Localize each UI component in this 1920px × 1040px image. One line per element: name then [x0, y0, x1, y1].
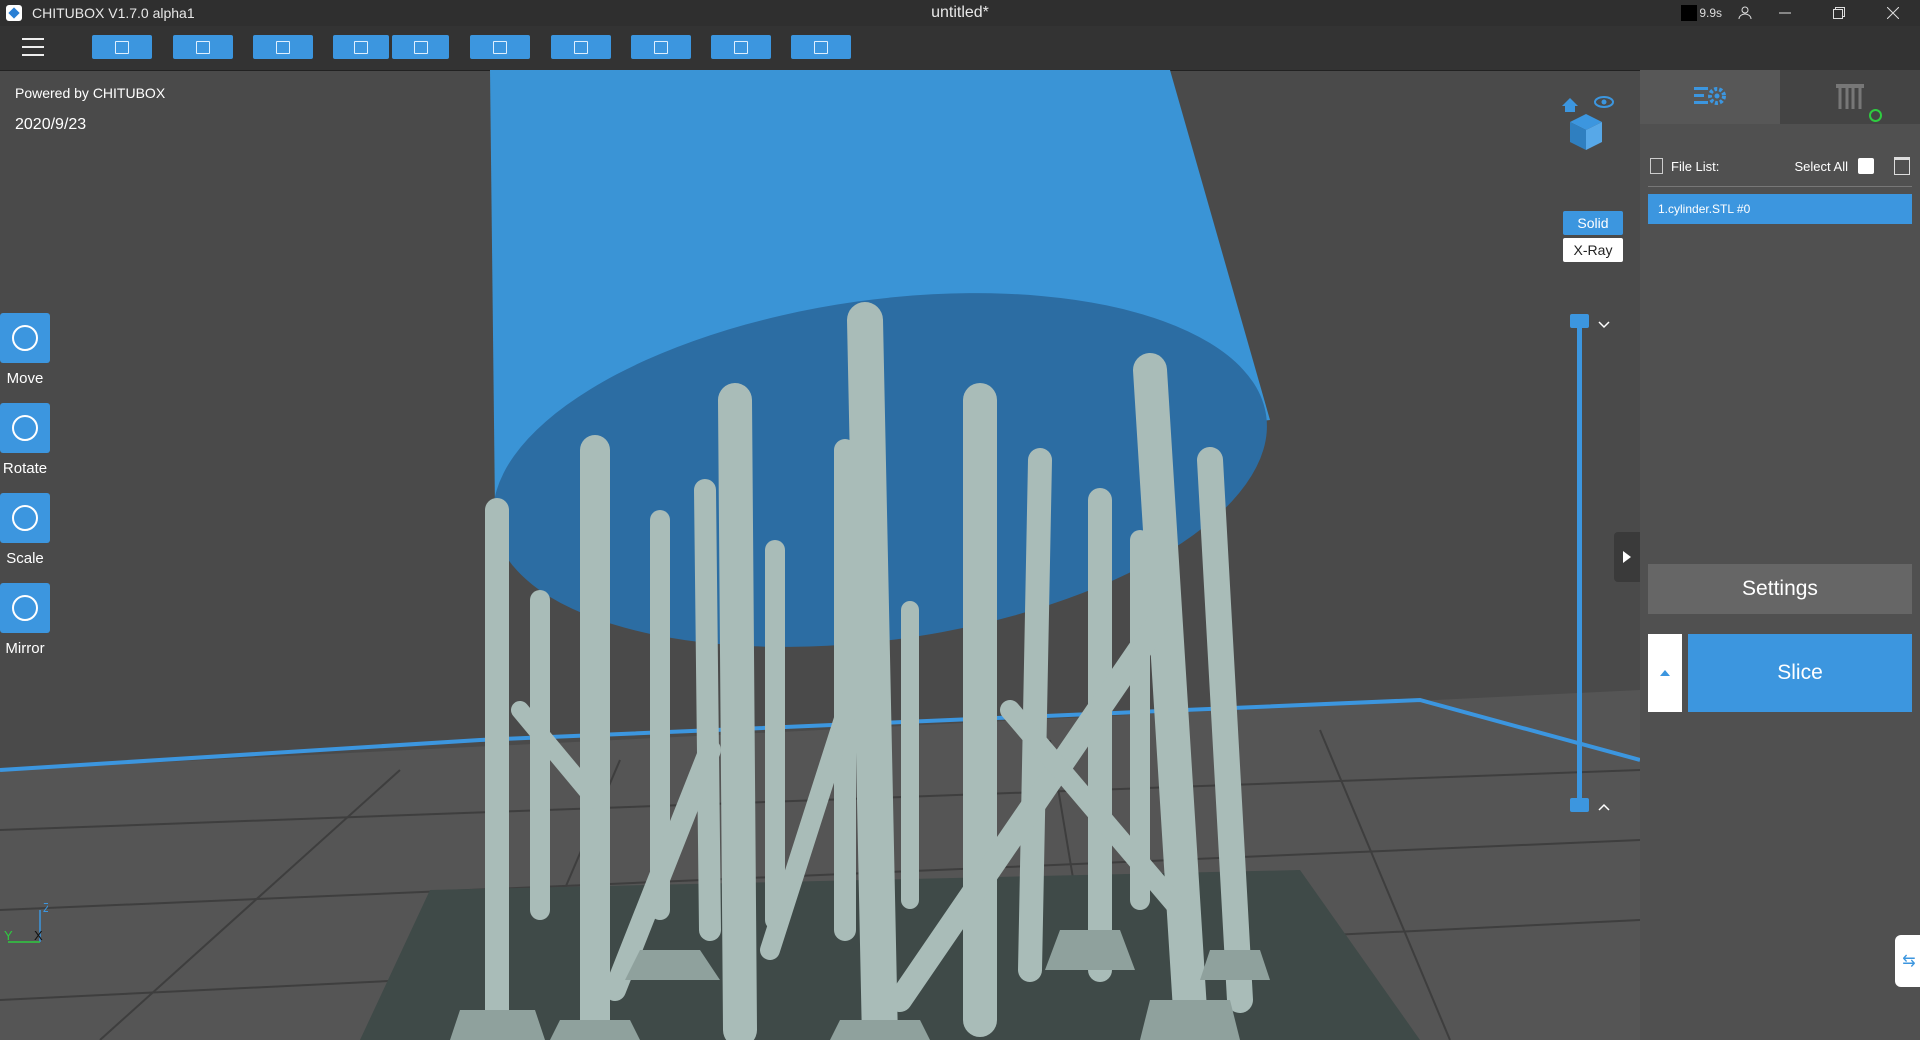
layer-slider-top-handle[interactable] [1570, 314, 1589, 328]
remote-assist-icon[interactable]: ⇆ [1895, 935, 1920, 987]
side-panel: File List: Select All 1.cylinder.STL #0 … [1640, 70, 1920, 1040]
title-bar: CHITUBOX V1.7.0 alpha1 untitled* 9.9s [0, 0, 1920, 26]
hollow-icon [734, 40, 748, 54]
supports-icon [1836, 84, 1864, 109]
tool-move-label: Move [6, 370, 44, 387]
tool-mirror[interactable]: Mirror [0, 583, 50, 657]
divider [1648, 186, 1912, 187]
date-label: 2020/9/23 [15, 116, 87, 133]
file-list-label: File List: [1671, 158, 1720, 174]
import-icon [276, 40, 290, 54]
restore-button[interactable] [1812, 0, 1866, 26]
user-icon[interactable] [1732, 0, 1758, 26]
select-all-label: Select All [1794, 158, 1848, 174]
redo-button[interactable] [392, 35, 449, 59]
window-controls: 9.9s [1681, 0, 1920, 26]
layer-slider-bottom-handle[interactable] [1570, 798, 1589, 812]
undo-icon [354, 40, 368, 54]
tab-model-settings[interactable] [1640, 70, 1780, 124]
layer-slider-track[interactable] [1577, 322, 1582, 810]
powered-by-label: Powered by CHITUBOX [15, 85, 166, 101]
axis-indicator: Z Y X [4, 900, 48, 943]
file-icon [1650, 158, 1663, 174]
trash-icon[interactable] [1894, 157, 1910, 175]
axis-x-label: X [34, 928, 43, 943]
tool-rotate-label: Rotate [2, 460, 48, 477]
caret-up-icon [1660, 670, 1670, 676]
tool-scale-label: Scale [6, 550, 44, 567]
slice-options-button[interactable] [1648, 634, 1682, 712]
print-settings-icon [814, 40, 828, 54]
support-button[interactable] [631, 35, 691, 59]
status-text: 9.9s [1699, 6, 1722, 20]
rotate-icon[interactable] [0, 403, 50, 453]
print-settings-button[interactable] [791, 35, 851, 59]
minimize-button[interactable] [1758, 0, 1812, 26]
main-toolbar [0, 26, 1920, 71]
scene-render [0, 70, 1640, 1040]
chevron-down-icon[interactable] [1598, 316, 1610, 332]
tool-scale[interactable]: Scale [0, 493, 50, 567]
panel-collapse-button[interactable] [1614, 532, 1640, 582]
open-file-icon [115, 40, 129, 54]
tool-move[interactable]: Move [0, 313, 50, 387]
settings-list-icon [1694, 87, 1726, 105]
redo-icon [413, 40, 428, 54]
chevron-up-icon[interactable] [1598, 798, 1610, 814]
tool-mirror-label: Mirror [5, 640, 45, 657]
copy-button[interactable] [470, 35, 530, 59]
save-button[interactable] [173, 35, 233, 59]
status-indicator: 9.9s [1681, 5, 1722, 21]
open-file-button[interactable] [92, 35, 152, 59]
view-cube-icon[interactable] [1558, 92, 1614, 152]
status-square-icon [1681, 5, 1698, 21]
status-dot-icon [1869, 109, 1882, 122]
arrange-icon [574, 40, 588, 54]
slice-button[interactable]: Slice [1688, 634, 1912, 712]
undo-button[interactable] [333, 35, 389, 59]
move-icon[interactable] [0, 313, 50, 363]
axis-y-label: Y [4, 928, 13, 943]
settings-button[interactable]: Settings [1648, 564, 1912, 614]
close-button[interactable] [1866, 0, 1920, 26]
select-all-checkbox[interactable] [1858, 158, 1874, 174]
xray-view-button[interactable]: X-Ray [1563, 238, 1623, 262]
3d-viewport[interactable]: Powered by CHITUBOX 2020/9/23 Move Rotat… [0, 70, 1640, 1040]
mirror-icon[interactable] [0, 583, 50, 633]
file-list-item[interactable]: 1.cylinder.STL #0 [1648, 194, 1912, 224]
solid-view-button[interactable]: Solid [1563, 211, 1623, 235]
save-icon [196, 40, 210, 54]
hollow-button[interactable] [711, 35, 771, 59]
axis-z-label: Z [43, 900, 48, 915]
arrange-button[interactable] [551, 35, 611, 59]
support-icon [654, 40, 668, 54]
import-button[interactable] [253, 35, 313, 59]
scale-icon[interactable] [0, 493, 50, 543]
tool-rotate[interactable]: Rotate [0, 403, 50, 477]
app-title: CHITUBOX V1.7.0 alpha1 [32, 5, 195, 21]
file-list-header: File List: Select All [1650, 156, 1910, 176]
copy-icon [493, 40, 507, 54]
document-title: untitled* [931, 4, 989, 21]
menu-icon[interactable] [22, 38, 44, 56]
app-logo-icon [6, 5, 22, 21]
tab-supports[interactable] [1780, 70, 1920, 124]
